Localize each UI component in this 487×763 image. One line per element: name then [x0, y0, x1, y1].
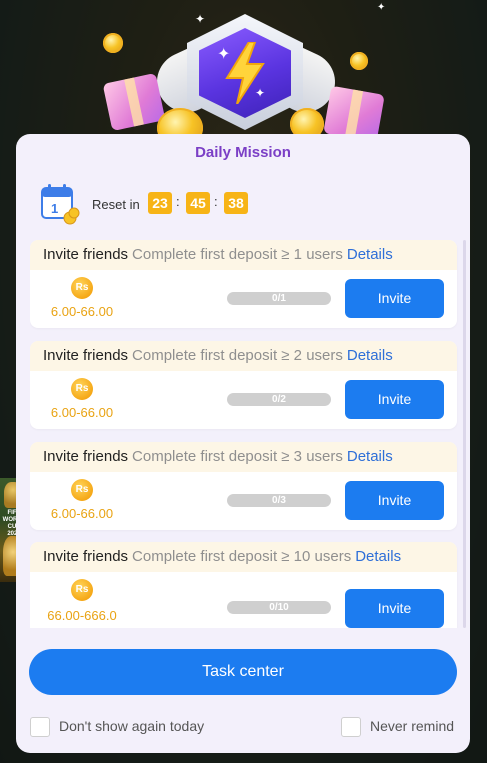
- invite-button[interactable]: Invite: [345, 380, 444, 419]
- mission-badge-header: ✦ ✦ ✦ ✦: [95, 0, 395, 150]
- mission-label: Invite friends: [43, 548, 129, 565]
- rupee-coin-icon: Rs: [71, 579, 93, 601]
- details-link[interactable]: Details: [347, 347, 393, 364]
- sparkle-icon: ✦: [377, 2, 386, 13]
- dialog-title: Daily Mission: [195, 144, 291, 161]
- progress-bar: 0/3: [227, 494, 331, 507]
- timer-seconds: 38: [224, 192, 248, 214]
- reward-amount: 6.00-66.00: [50, 304, 114, 319]
- mission-list[interactable]: Invite friends Complete first deposit ≥ 1…: [30, 240, 459, 628]
- coin-icon: [350, 52, 368, 70]
- timer-hours: 23: [148, 192, 172, 214]
- never-remind-label[interactable]: Never remind: [370, 718, 454, 734]
- mission-label: Invite friends: [43, 347, 129, 364]
- gift-box-icon: [102, 72, 166, 132]
- daily-mission-dialog: Daily Mission 1 Reset in 23 : 45 : 38 In…: [16, 134, 470, 753]
- sparkle-icon: ✦: [195, 12, 206, 26]
- task-center-button[interactable]: Task center: [29, 649, 457, 695]
- invite-button[interactable]: Invite: [345, 481, 444, 520]
- never-remind-checkbox[interactable]: [341, 717, 361, 737]
- mission-header: Invite friends Complete first deposit ≥ 2…: [30, 341, 457, 371]
- sparkle-icon: ✦: [255, 86, 266, 100]
- mission-card: Invite friends Complete first deposit ≥ 1…: [30, 240, 457, 328]
- coin-icon: [103, 33, 123, 53]
- mission-header: Invite friends Complete first deposit ≥ 1…: [30, 240, 457, 270]
- mission-header: Invite friends Complete first deposit ≥ 1…: [30, 542, 457, 572]
- sparkle-icon: ✦: [217, 46, 231, 63]
- rupee-coin-icon: Rs: [71, 479, 93, 501]
- reset-label: Reset in: [92, 197, 140, 212]
- mission-card: Invite friends Complete first deposit ≥ 2…: [30, 341, 457, 429]
- timer-minutes: 45: [186, 192, 210, 214]
- progress-text: 0/2: [272, 394, 286, 405]
- details-link[interactable]: Details: [347, 448, 393, 465]
- progress-bar: 0/2: [227, 393, 331, 406]
- reward-amount: 6.00-66.00: [50, 506, 114, 521]
- mission-label: Invite friends: [43, 448, 129, 465]
- mission-description: Complete first deposit ≥ 1 users: [132, 246, 343, 263]
- details-link[interactable]: Details: [355, 548, 401, 565]
- progress-text: 0/3: [272, 495, 286, 506]
- svg-text:1: 1: [51, 201, 58, 216]
- timer-separator: :: [176, 194, 180, 209]
- calendar-icon: 1: [41, 184, 80, 225]
- mission-description: Complete first deposit ≥ 2 users: [132, 347, 343, 364]
- mission-list-scrollbar[interactable]: [463, 240, 466, 628]
- mission-description: Complete first deposit ≥ 3 users: [132, 448, 343, 465]
- dont-show-today-label[interactable]: Don't show again today: [59, 718, 204, 734]
- reward-amount: 6.00-66.00: [50, 405, 114, 420]
- rupee-coin-icon: Rs: [71, 277, 93, 299]
- timer-separator: :: [214, 194, 218, 209]
- mission-header: Invite friends Complete first deposit ≥ 3…: [30, 442, 457, 472]
- details-link[interactable]: Details: [347, 246, 393, 263]
- progress-text: 0/1: [272, 293, 286, 304]
- progress-bar: 0/10: [227, 601, 331, 614]
- mission-card: Invite friends Complete first deposit ≥ 1…: [30, 542, 457, 628]
- mission-description: Complete first deposit ≥ 10 users: [132, 548, 352, 565]
- rupee-coin-icon: Rs: [71, 378, 93, 400]
- reward-amount: 66.00-666.0: [47, 608, 117, 623]
- mission-card: Invite friends Complete first deposit ≥ 3…: [30, 442, 457, 530]
- progress-text: 0/10: [269, 602, 289, 613]
- mission-label: Invite friends: [43, 246, 129, 263]
- invite-button[interactable]: Invite: [345, 279, 444, 318]
- invite-button[interactable]: Invite: [345, 589, 444, 628]
- dont-show-today-checkbox[interactable]: [30, 717, 50, 737]
- progress-bar: 0/1: [227, 292, 331, 305]
